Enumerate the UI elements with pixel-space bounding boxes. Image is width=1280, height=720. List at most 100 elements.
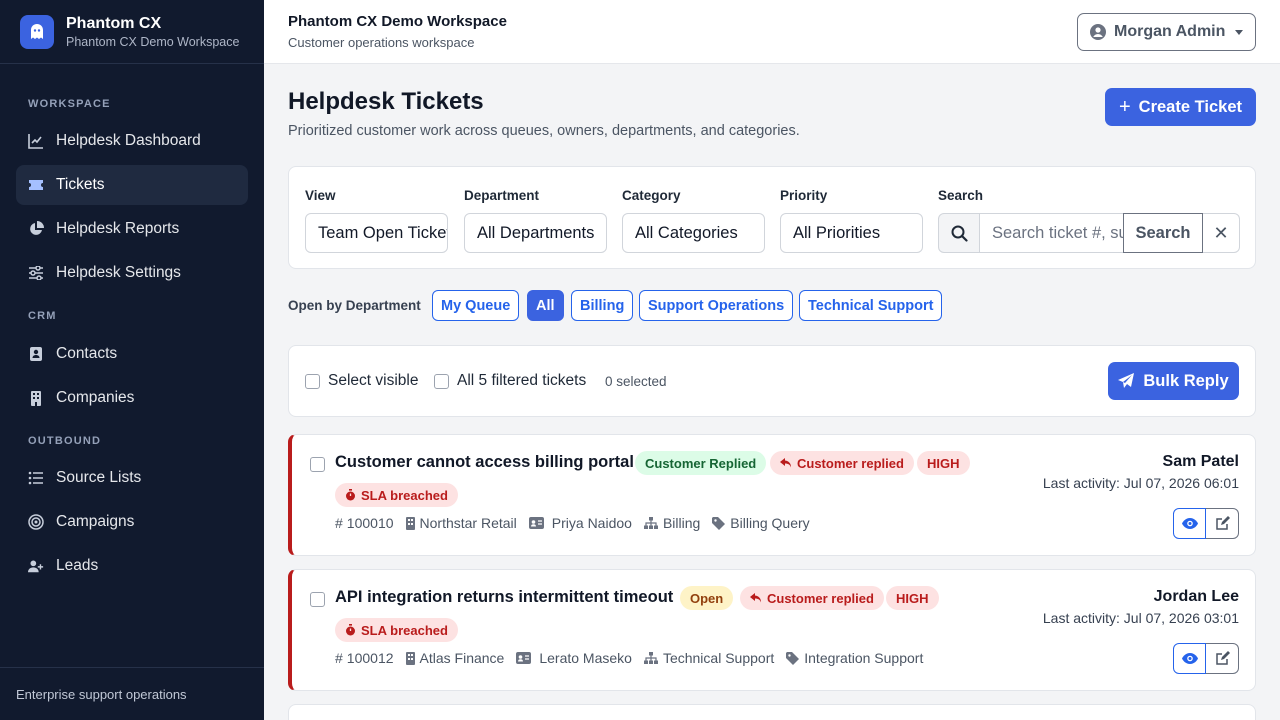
category-label: Category [622,188,681,203]
sidebar-item-label: Campaigns [56,513,135,530]
building-icon [28,390,44,406]
hash-icon: # [335,515,343,531]
sidebar-item-tickets[interactable]: Tickets [16,165,248,205]
ticket-company: Atlas Finance [405,650,504,666]
sidebar-item-label: Contacts [56,345,118,362]
page-title: Helpdesk Tickets [288,88,484,115]
create-ticket-button[interactable]: + Create Ticket [1105,88,1256,126]
ticket-last-activity: Last activity: Jul 07, 2026 03:01 [1042,610,1239,626]
ticket-contact: Priya Naidoo [528,515,632,531]
ticket-row[interactable]: Customer cannot access billing portal Cu… [288,434,1256,556]
status-badge: Customer Replied [635,451,767,475]
dept-pill-technical-support[interactable]: Technical Support [799,290,943,321]
brand-name: Phantom CX [66,14,162,32]
reply-icon [750,593,761,603]
ticket-subject[interactable]: API integration returns intermittent tim… [335,588,673,607]
ticket-row[interactable]: API integration returns intermittent tim… [288,569,1256,691]
sidebar-item-label: Helpdesk Dashboard [56,132,201,149]
pie-chart-icon [28,221,44,237]
create-ticket-label: Create Ticket [1138,97,1243,116]
ticket-last-activity: Last activity: Jul 07, 2026 06:01 [1042,475,1239,491]
sidebar-item-leads[interactable]: Leads [16,546,248,586]
ticket-actions [1173,643,1239,674]
select-visible-checkbox[interactable] [305,374,320,389]
edit-ticket-button[interactable] [1206,643,1239,674]
priority-badge: HIGH [917,451,970,475]
category-select[interactable]: All Categories [622,213,765,253]
department-select[interactable]: All Departments [464,213,607,253]
sidebar-item-companies[interactable]: Companies [16,378,248,418]
eye-icon [1181,518,1198,529]
edit-ticket-button[interactable] [1206,508,1239,539]
select-all-checkbox[interactable] [434,374,449,389]
building-icon [405,651,415,665]
priority-badge: HIGH [886,586,939,610]
sidebar-item-label: Source Lists [56,469,142,486]
eye-icon [1181,653,1198,664]
sidebar-item-contacts[interactable]: Contacts [16,334,248,374]
view-ticket-button[interactable] [1173,508,1206,539]
target-icon [28,514,44,530]
send-icon [1118,373,1135,388]
user-name: Morgan Admin [1114,23,1226,40]
department-tabs-label: Open by Department [288,298,421,313]
filters-card: View Team Open Tickets Department All De… [288,166,1256,269]
sidebar-item-source-lists[interactable]: Source Lists [16,458,248,498]
dept-pill-billing[interactable]: Billing [571,290,634,321]
search-input[interactable]: Search ticket #, subject, customer [980,213,1123,253]
search-button[interactable]: Search [1123,213,1203,253]
view-ticket-button[interactable] [1173,643,1206,674]
dept-pill-support-operations[interactable]: Support Operations [639,290,794,321]
user-menu-button[interactable]: Morgan Admin [1077,13,1256,51]
ticket-company: Northstar Retail [405,515,517,531]
page-subtitle: Prioritized customer work across queues,… [288,123,800,139]
sidebar-item-label: Tickets [56,176,105,193]
ticket-department: Billing [643,515,700,531]
sidebar-item-label: Companies [56,389,135,406]
tag-icon [712,516,726,530]
stopwatch-icon [346,624,355,636]
sidebar-item-helpdesk-settings[interactable]: Helpdesk Settings [16,253,248,293]
reply-icon [780,458,791,468]
dept-pill-all[interactable]: All [527,290,564,321]
ticket-actions [1173,508,1239,539]
nav-section-workspace: WORKSPACE [28,98,111,110]
sla-badge: SLA breached [335,483,458,507]
brand-workspace: Phantom CX Demo Workspace [66,34,240,49]
plus-icon: + [1118,95,1131,118]
priority-select[interactable]: All Priorities [780,213,923,253]
view-select[interactable]: Team Open Tickets [305,213,448,253]
sitemap-icon [643,517,658,529]
ticket-department: Technical Support [643,650,774,666]
ticket-row[interactable] [288,704,1256,720]
nav-section-crm: CRM [28,310,57,322]
stopwatch-icon [346,489,355,501]
sliders-icon [28,265,44,281]
reply-badge: Customer replied [740,586,884,610]
ticket-icon [28,177,44,193]
dept-pill-my-queue[interactable]: My Queue [432,290,520,321]
ticket-category: Billing Query [712,515,810,531]
bulk-reply-button[interactable]: Bulk Reply [1108,362,1239,400]
department-label: Department [464,188,540,203]
ticket-checkbox[interactable] [310,457,325,472]
hash-icon: # [335,650,343,666]
sidebar-item-helpdesk-reports[interactable]: Helpdesk Reports [16,209,248,249]
search-group: Search ticket #, subject, customer Searc… [938,213,1240,253]
edit-icon [1215,651,1230,665]
ticket-subject[interactable]: Customer cannot access billing portal [335,453,634,472]
sidebar: Phantom CX Phantom CX Demo Workspace WOR… [0,0,264,720]
list-icon [28,470,44,486]
sidebar-item-campaigns[interactable]: Campaigns [16,502,248,542]
sitemap-icon [643,652,658,664]
sidebar-item-label: Leads [56,557,99,574]
edit-icon [1215,516,1230,530]
ticket-checkbox[interactable] [310,592,325,607]
sidebar-item-helpdesk-dashboard[interactable]: Helpdesk Dashboard [16,121,248,161]
search-label: Search [938,188,984,203]
brand[interactable]: Phantom CX Phantom CX Demo Workspace [0,0,264,64]
ticket-meta: #100010 Northstar Retail Priya Naidoo Bi… [335,515,822,531]
status-badge: Open [680,586,734,610]
clear-search-button[interactable]: ✕ [1203,213,1240,253]
bulk-action-bar: Select visible All 5 filtered tickets 0 … [288,345,1256,417]
